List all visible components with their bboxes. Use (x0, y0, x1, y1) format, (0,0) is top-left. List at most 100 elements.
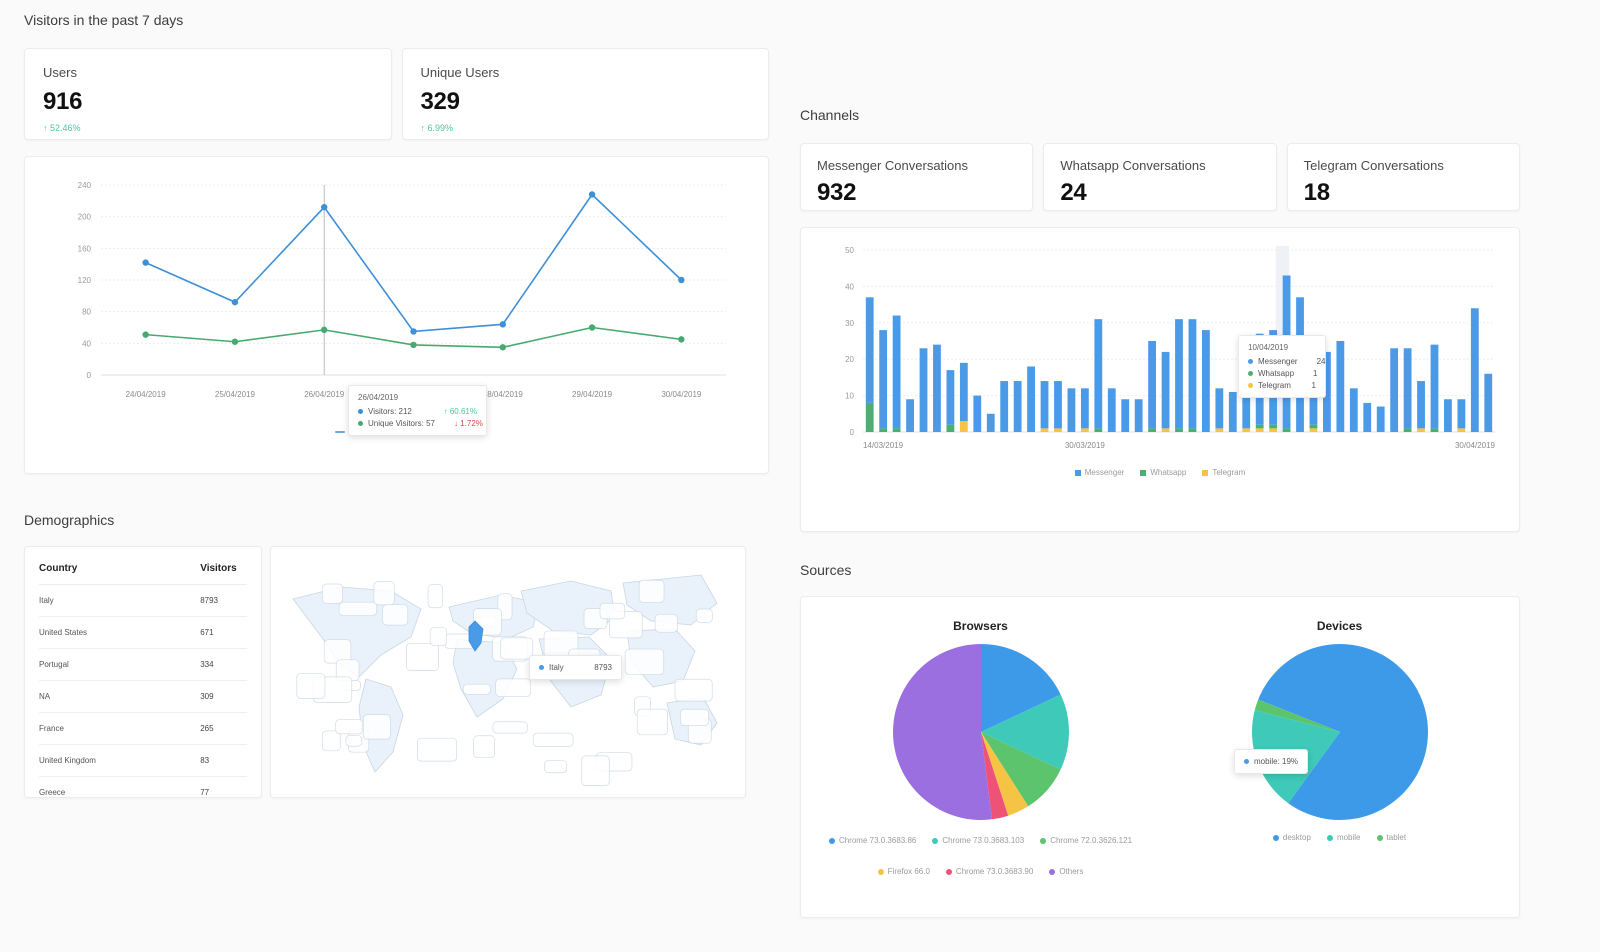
legend-label: Messenger (1085, 468, 1125, 477)
legend-item-device-2[interactable]: tablet (1377, 833, 1407, 842)
legend-swatch-icon (1377, 835, 1383, 841)
svg-text:0: 0 (850, 428, 855, 437)
legend-item-browser-0[interactable]: Chrome 73.0.3683.86 (829, 833, 916, 848)
visitors-chart-tooltip: 26/04/2019 Visitors: 212 ↑ 60.61% Unique… (348, 385, 487, 436)
legend-label: desktop (1283, 833, 1311, 842)
kpi-value: 329 (421, 88, 751, 116)
legend-item-device-0[interactable]: desktop (1273, 833, 1311, 842)
kpi-value: 932 (817, 179, 1016, 207)
kpi-delta-value: 52.46% (50, 123, 81, 133)
kpi-card-unique-users: Unique Users 329 ↑ 6.99% (402, 48, 770, 140)
tooltip-series-value: 24 (1303, 357, 1326, 366)
browsers-legend: Chrome 73.0.3683.86 Chrome 73.0.3683.103… (821, 833, 1141, 879)
cell-country: United States (39, 617, 100, 649)
kpi-label: Whatsapp Conversations (1060, 158, 1259, 173)
series-color-dot-icon (1248, 359, 1253, 364)
cell-country: Greece (39, 777, 100, 799)
legend-item-messenger[interactable]: Messenger (1075, 468, 1125, 477)
cell-country: NA (39, 681, 100, 713)
table-row: Italy 8793 (39, 585, 247, 617)
svg-text:30/04/2019: 30/04/2019 (1455, 441, 1496, 450)
devices-pie-chart[interactable] (1240, 637, 1440, 827)
legend-item-browser-3[interactable]: Firefox 66.0 (878, 864, 930, 879)
table-row: United States 671 (39, 617, 247, 649)
visitors-line-chart[interactable]: 0 40 80 120 160 200 240 24/04/2019 25/04/2019 26/… (39, 171, 754, 421)
legend-swatch-icon (1040, 838, 1046, 844)
svg-text:240: 240 (78, 181, 92, 190)
column-header-country: Country (39, 547, 100, 585)
cell-country: United Kingdom (39, 745, 100, 777)
channels-section-title: Channels (800, 107, 1520, 123)
legend-item-device-1[interactable]: mobile (1327, 833, 1361, 842)
legend-label: mobile (1337, 833, 1361, 842)
country-color-dot-icon (539, 665, 544, 670)
cell-visitors: 309 (100, 681, 247, 713)
legend-item-telegram[interactable]: Telegram (1202, 468, 1245, 477)
svg-text:50: 50 (845, 246, 854, 255)
cell-country: Portugal (39, 649, 100, 681)
kpi-label: Users (43, 65, 373, 80)
series-color-dot-icon (358, 409, 363, 414)
svg-text:26/04/2019: 26/04/2019 (304, 390, 345, 399)
tooltip-series-value: 1 (1299, 369, 1317, 378)
cell-country: France (39, 713, 100, 745)
sources-section: Sources Browsers Chrome 73.0.3683.86 Chr… (800, 562, 1520, 918)
channels-bar-chart[interactable]: 0 10 20 30 40 50 14/03/2019 30/03/2019 30/04/201… (813, 240, 1509, 462)
legend-swatch-icon (878, 869, 884, 875)
demographics-section: Demographics Country Visitors Italy 8793 U… (24, 512, 769, 798)
tooltip-delta-value: 1.72% (460, 419, 483, 428)
visitors-line-chart-card: 0 40 80 120 160 200 240 24/04/2019 25/04/2019 26/… (24, 156, 769, 474)
legend-item-browser-4[interactable]: Chrome 73.0.3683.90 (946, 864, 1033, 879)
cell-visitors: 77 (100, 777, 247, 799)
tooltip-country-label: Italy (549, 663, 564, 672)
kpi-label: Telegram Conversations (1304, 158, 1503, 173)
legend-swatch-icon (1049, 869, 1055, 875)
kpi-card-whatsapp: Whatsapp Conversations 24 (1043, 143, 1276, 211)
channels-bar-chart-card: 0 10 20 30 40 50 14/03/2019 30/03/2019 30/04/201… (800, 227, 1520, 532)
legend-item-browser-2[interactable]: Chrome 72.0.3626.121 (1040, 833, 1132, 848)
svg-text:29/04/2019: 29/04/2019 (572, 390, 613, 399)
legend-swatch-icon (1202, 470, 1208, 476)
world-map-card[interactable]: Italy 8793 (270, 546, 746, 798)
legend-label: tablet (1387, 833, 1407, 842)
svg-text:24/04/2019: 24/04/2019 (126, 390, 167, 399)
tooltip-series-value: 1 (1298, 381, 1316, 390)
tooltip-delta: ↑ 60.61% (430, 407, 477, 416)
svg-text:80: 80 (82, 308, 91, 317)
tooltip-row: Messenger 24 (1248, 357, 1316, 366)
svg-text:14/03/2019: 14/03/2019 (863, 441, 904, 450)
legend-swatch-icon (946, 869, 952, 875)
cell-country: Italy (39, 585, 100, 617)
svg-text:160: 160 (78, 244, 92, 253)
table-row: NA 309 (39, 681, 247, 713)
cell-visitors: 8793 (100, 585, 247, 617)
tooltip-series-label: Telegram (1258, 381, 1291, 390)
legend-item-browser-1[interactable]: Chrome 73.0.3683.103 (932, 833, 1024, 848)
legend-swatch-icon (335, 431, 345, 433)
legend-item-whatsapp[interactable]: Whatsapp (1140, 468, 1186, 477)
kpi-value: 916 (43, 88, 373, 116)
svg-text:40: 40 (82, 339, 91, 348)
demographics-table-card: Country Visitors Italy 8793 United States 6… (24, 546, 262, 798)
demographics-table-body: Italy 8793 United States 671 Portugal 334 NA 30… (39, 585, 247, 799)
legend-swatch-icon (1273, 835, 1279, 841)
cell-visitors: 265 (100, 713, 247, 745)
legend-swatch-icon (1140, 470, 1146, 476)
tooltip-row: Unique Visitors: 57 ↓ 1.72% (358, 419, 477, 428)
legend-label: Chrome 73.0.3683.90 (956, 864, 1033, 879)
devices-legend: desktop mobile tablet (1273, 833, 1406, 842)
world-map[interactable] (271, 547, 745, 797)
browsers-pie-chart[interactable] (881, 637, 1081, 827)
sources-section-title: Sources (800, 562, 1520, 578)
kpi-card-telegram: Telegram Conversations 18 (1287, 143, 1520, 211)
svg-text:10: 10 (845, 392, 854, 401)
legend-item-browser-5[interactable]: Others (1049, 864, 1083, 879)
legend-label: Others (1059, 864, 1083, 879)
sources-card: Browsers Chrome 73.0.3683.86 Chrome 73.0… (800, 596, 1520, 918)
map-tooltip: Italy 8793 (529, 655, 622, 680)
kpi-delta-value: 6.99% (428, 123, 454, 133)
kpi-delta: ↑ 52.46% (43, 123, 373, 133)
tooltip-series-label: Whatsapp (1258, 369, 1294, 378)
legend-label: Chrome 73.0.3683.103 (942, 833, 1024, 848)
sources-pies: Browsers Chrome 73.0.3683.86 Chrome 73.0… (801, 597, 1519, 879)
